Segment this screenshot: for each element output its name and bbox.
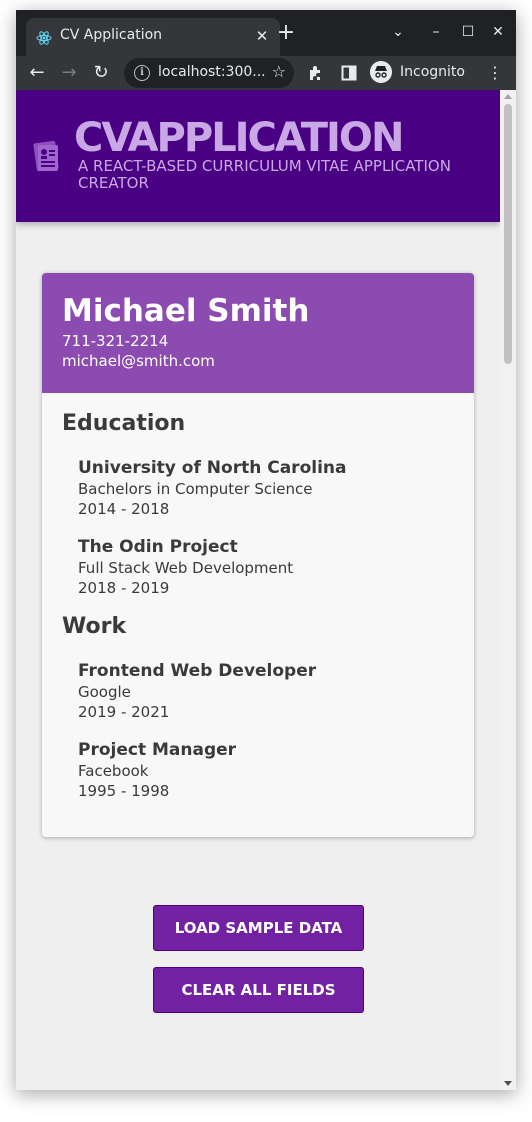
work-position: Project Manager xyxy=(78,740,237,760)
education-entry: University of North Carolina Bachelors i… xyxy=(78,457,458,519)
clear-all-fields-button[interactable]: CLEAR ALL FIELDS xyxy=(153,967,364,1013)
education-heading: Education xyxy=(62,411,186,436)
education-years: 2018 - 2019 xyxy=(78,579,170,597)
work-years: 2019 - 2021 xyxy=(78,703,170,721)
work-position: Frontend Web Developer xyxy=(78,661,317,681)
work-company: Facebook xyxy=(78,762,149,780)
tab-strip: CV Application ✕ + ⌄ – ☐ ✕ xyxy=(16,10,516,56)
page-viewport: CVAPPLICATION A REACT-BASED CURRICULUM V… xyxy=(16,90,516,1090)
incognito-icon xyxy=(370,61,392,83)
cv-email: michael@smith.com xyxy=(62,352,215,370)
vertical-scrollbar[interactable] xyxy=(500,90,516,1090)
education-detail: Full Stack Web Development xyxy=(78,559,294,577)
incognito-label: Incognito xyxy=(400,64,465,80)
work-company: Google xyxy=(78,683,131,701)
work-heading: Work xyxy=(62,614,127,639)
education-years: 2014 - 2018 xyxy=(78,500,170,518)
work-entry: Project Manager Facebook 1995 - 1998 xyxy=(78,739,458,801)
work-years: 1995 - 1998 xyxy=(78,782,170,800)
chevron-down-icon[interactable]: ⌄ xyxy=(386,20,410,44)
window-close-icon[interactable]: ✕ xyxy=(486,20,510,44)
browser-toolbar: ← → ↻ i localhost:300... ☆ Incognito ⋮ xyxy=(16,56,516,90)
education-school: University of North Carolina xyxy=(78,458,347,478)
cv-preview: Michael Smith 711-321-2214 michael@smith… xyxy=(42,273,474,837)
app-header: CVAPPLICATION A REACT-BASED CURRICULUM V… xyxy=(16,90,500,222)
app-subtitle: A REACT-BASED CURRICULUM VITAE APPLICATI… xyxy=(78,157,451,192)
scroll-down-arrow-icon[interactable] xyxy=(504,1081,512,1086)
react-icon xyxy=(36,31,52,45)
load-sample-data-button[interactable]: LOAD SAMPLE DATA xyxy=(153,905,364,951)
side-panel-icon[interactable] xyxy=(341,65,357,81)
info-icon[interactable]: i xyxy=(134,65,150,81)
resume-icon xyxy=(33,140,59,172)
extensions-icon[interactable] xyxy=(308,65,324,81)
cv-phone: 711-321-2214 xyxy=(62,332,169,350)
scrollbar-thumb[interactable] xyxy=(504,104,512,364)
tab-title: CV Application xyxy=(60,27,163,43)
plus-icon[interactable]: + xyxy=(274,22,298,46)
work-entry: Frontend Web Developer Google 2019 - 202… xyxy=(78,660,458,722)
education-entry: The Odin Project Full Stack Web Developm… xyxy=(78,536,458,598)
maximize-icon[interactable]: ☐ xyxy=(456,20,480,44)
forward-arrow-icon[interactable]: → xyxy=(56,60,82,86)
back-arrow-icon[interactable]: ← xyxy=(24,60,50,86)
browser-tab[interactable]: CV Application ✕ xyxy=(26,18,280,56)
close-icon[interactable]: ✕ xyxy=(252,26,272,46)
cv-name: Michael Smith xyxy=(62,293,310,329)
education-school: The Odin Project xyxy=(78,537,238,557)
star-icon[interactable]: ☆ xyxy=(272,62,286,81)
address-text: localhost:300... xyxy=(158,64,266,80)
reload-icon[interactable]: ↻ xyxy=(88,60,114,86)
scroll-up-arrow-icon[interactable] xyxy=(504,94,512,99)
education-detail: Bachelors in Computer Science xyxy=(78,480,313,498)
address-bar[interactable]: i localhost:300... ☆ xyxy=(124,58,294,88)
menu-icon[interactable]: ⋮ xyxy=(482,60,508,86)
browser-window: CV Application ✕ + ⌄ – ☐ ✕ ← → ↻ i local… xyxy=(16,10,516,1090)
minimize-icon[interactable]: – xyxy=(424,20,448,44)
cv-header: Michael Smith 711-321-2214 michael@smith… xyxy=(42,273,474,393)
app-title: CVAPPLICATION xyxy=(74,115,404,161)
